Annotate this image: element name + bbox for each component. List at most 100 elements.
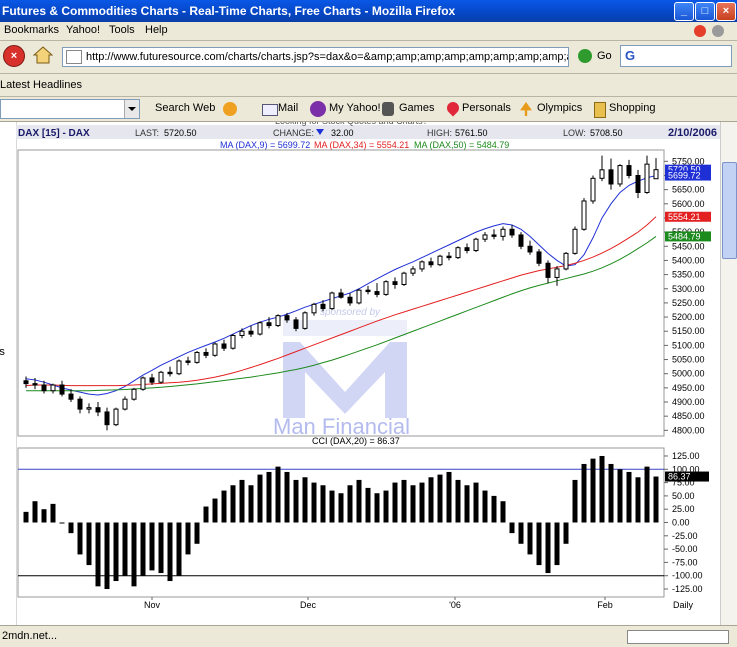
cci-bar (302, 477, 308, 523)
cci-bar (554, 522, 560, 566)
cci-bar (572, 479, 578, 523)
cci-bar (644, 466, 650, 523)
cci-bar (491, 495, 497, 523)
cci-tick-label: -50.00 (672, 544, 698, 554)
price-tick-label: 5250.00 (672, 298, 705, 308)
low-value: 5708.50 (590, 128, 623, 138)
cci-bar (347, 485, 353, 523)
candle-body (131, 388, 137, 400)
cci-bar (23, 511, 29, 523)
cci-bar (86, 522, 92, 566)
menu-tools[interactable]: Tools (109, 24, 135, 36)
candle-body (635, 174, 641, 193)
cci-tick-label: 0.00 (672, 518, 690, 528)
price-tick-label: 5200.00 (672, 312, 705, 322)
my-yahoo-icon (310, 101, 326, 117)
candle-body (383, 281, 389, 295)
cci-bar (356, 479, 362, 523)
mail-icon (262, 104, 278, 116)
personals-button[interactable]: Personals (462, 102, 511, 114)
candle-body (320, 303, 326, 310)
cci-bar (203, 506, 209, 523)
candle-body (491, 234, 497, 237)
status-text: 2mdn.net... (2, 630, 58, 642)
olympics-button[interactable]: Olympics (537, 102, 582, 114)
candle-body (23, 380, 29, 385)
cci-bar (230, 485, 236, 523)
candle-body (68, 393, 74, 400)
candle-body (221, 343, 227, 349)
vertical-scrollbar[interactable] (720, 122, 737, 625)
cci-title: CCI (DAX,20) = 86.37 (312, 436, 400, 446)
cci-bar (113, 522, 119, 582)
scrollbar-thumb[interactable] (722, 162, 737, 259)
candle-body (203, 351, 209, 356)
cci-bar (374, 493, 380, 523)
candle-body (149, 377, 155, 383)
cci-bar (518, 522, 524, 544)
cci-bar (185, 522, 191, 555)
candle-body (104, 411, 110, 426)
cci-bar (194, 522, 200, 544)
home-icon[interactable] (32, 46, 54, 64)
mail-button[interactable]: Mail (278, 102, 298, 114)
cci-bar (158, 522, 164, 574)
games-button[interactable]: Games (399, 102, 434, 114)
candle-body (428, 261, 434, 266)
candle-body (248, 330, 254, 335)
cci-bar (527, 522, 533, 555)
close-button[interactable]: × (716, 2, 736, 21)
bookmark-latest-headlines[interactable]: Latest Headlines (0, 79, 82, 91)
shopping-button[interactable]: Shopping (609, 102, 656, 114)
page-icon (66, 50, 82, 65)
cci-tick-label: -25.00 (672, 531, 698, 541)
cci-bar (221, 490, 227, 523)
menu-bookmarks[interactable]: Bookmarks (4, 24, 59, 36)
cci-bar (32, 501, 38, 523)
cci-bar (329, 490, 335, 523)
price-tick-label: 5600.00 (672, 199, 705, 209)
go-icon[interactable] (578, 49, 592, 63)
cci-bar (275, 466, 281, 523)
candle-body (437, 255, 443, 266)
x-axis-label: Daily (673, 600, 694, 610)
search-box[interactable]: G (620, 45, 732, 67)
candle-body (167, 371, 173, 375)
price-tick-label: 5650.00 (672, 185, 705, 195)
cci-tick-label: -125.00 (672, 584, 703, 594)
minimize-button[interactable]: _ (674, 2, 694, 21)
candle-body (338, 292, 344, 298)
highlight-icon[interactable] (223, 102, 237, 116)
status-bar: 2mdn.net... (0, 625, 737, 647)
yahoo-search-input[interactable] (0, 99, 140, 119)
my-yahoo-button[interactable]: My Yahoo! (329, 102, 381, 114)
maximize-button[interactable]: □ (695, 2, 715, 21)
candle-body (302, 312, 308, 329)
chart-date: 2/10/2006 (668, 127, 717, 139)
stop-icon[interactable]: × (3, 45, 25, 67)
search-web-button[interactable]: Search Web (155, 102, 215, 114)
candle-body (554, 268, 560, 278)
price-tick-label: 4850.00 (672, 411, 705, 421)
candle-body (581, 200, 587, 230)
go-label[interactable]: Go (597, 50, 612, 62)
cci-bar (581, 463, 587, 523)
cci-bar (266, 471, 272, 523)
price-tick-label: 5050.00 (672, 355, 705, 365)
cci-bar (437, 474, 443, 523)
candle-body (77, 398, 83, 410)
menu-help[interactable]: Help (145, 24, 168, 36)
cci-bar (419, 482, 425, 523)
cci-tick-label: -100.00 (672, 571, 703, 581)
cci-bar (446, 471, 452, 523)
candle-body (419, 261, 425, 270)
menu-yahoo[interactable]: Yahoo! (66, 24, 100, 36)
candle-body (572, 228, 578, 254)
cci-bar (95, 522, 101, 587)
candle-body (347, 296, 353, 304)
url-bar[interactable]: http://www.futuresource.com/charts/chart… (62, 47, 569, 67)
cci-bar (149, 522, 155, 571)
window-title-bar[interactable]: Futures & Commodities Charts - Real-Time… (0, 0, 737, 22)
yahoo-search-dropdown-icon[interactable] (124, 100, 139, 118)
candle-body (59, 384, 65, 395)
